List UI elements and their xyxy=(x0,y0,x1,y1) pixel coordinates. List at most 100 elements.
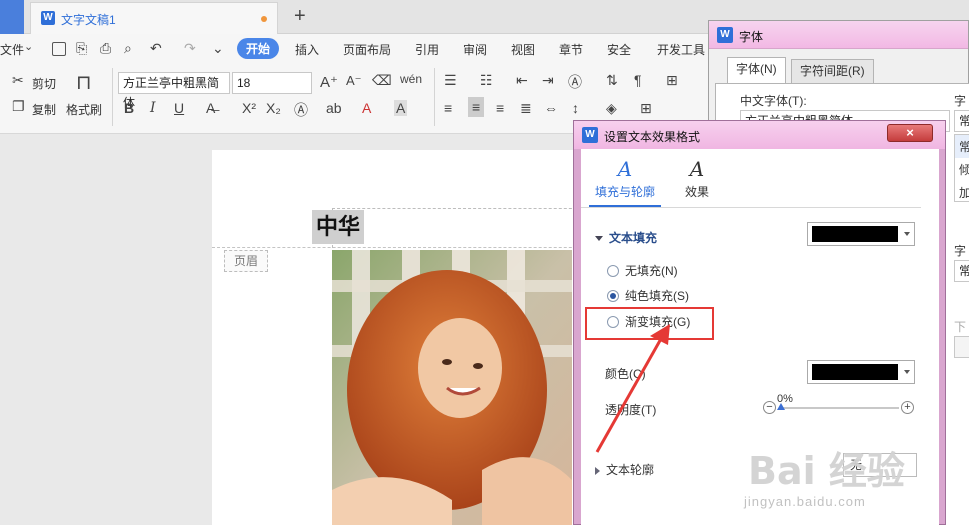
underline-select[interactable] xyxy=(954,336,969,358)
menu-references[interactable]: 引用 xyxy=(415,41,439,58)
color-picker[interactable] xyxy=(807,360,915,384)
text-effect-icon[interactable]: Ⓐ xyxy=(294,100,308,120)
align-right-icon[interactable]: ≡ xyxy=(496,100,504,116)
menu-view[interactable]: 视图 xyxy=(511,41,535,58)
menu-section[interactable]: 章节 xyxy=(559,41,583,58)
header-region[interactable] xyxy=(332,208,592,248)
font-name-select[interactable]: 方正兰亭中粗黑简体 xyxy=(118,72,230,110)
bold-button[interactable]: B xyxy=(124,100,134,116)
menu-security[interactable]: 安全 xyxy=(607,41,631,58)
save-icon[interactable] xyxy=(52,42,66,56)
numbered-list-icon[interactable]: ☷ xyxy=(480,72,493,89)
increase-button[interactable]: + xyxy=(901,401,914,414)
show-marks-icon[interactable]: ¶ xyxy=(634,72,642,88)
radio-solid-fill-label: 纯色填充(S) xyxy=(625,289,689,303)
menu-developer[interactable]: 开发工具 xyxy=(657,41,705,58)
text-outline-section-label: 文本轮廓 xyxy=(606,463,655,477)
fill-color-picker[interactable] xyxy=(807,222,915,246)
ribbon-divider xyxy=(434,68,435,126)
print-icon[interactable]: ⎙ xyxy=(100,40,111,57)
decrease-indent-icon[interactable]: ⇤ xyxy=(516,72,528,89)
pinyin-icon[interactable]: wén xyxy=(400,72,422,86)
size-input[interactable]: 常规 xyxy=(954,260,969,282)
align-left-icon[interactable]: ≡ xyxy=(444,100,452,116)
export-icon[interactable]: ⎘ xyxy=(76,40,87,57)
text-fill-section[interactable]: 文本填充 xyxy=(595,229,657,246)
menu-home[interactable]: 开始 xyxy=(237,38,280,59)
shrink-font-icon[interactable]: A⁻ xyxy=(346,73,362,89)
menu-page-layout[interactable]: 页面布局 xyxy=(343,41,391,58)
sort-icon[interactable]: ⇅ xyxy=(606,72,618,89)
chevron-down-icon[interactable]: ⌄ xyxy=(24,40,33,53)
justify-icon[interactable]: ≣ xyxy=(520,100,532,117)
grow-font-icon[interactable]: A⁺ xyxy=(320,73,338,91)
menu-file[interactable]: 文件 xyxy=(0,41,24,58)
font-dialog-title: 字体 xyxy=(739,30,764,44)
superscript-icon[interactable]: X² xyxy=(242,100,256,116)
chevron-down-icon xyxy=(904,370,910,374)
text-effect-title: 设置文本效果格式 xyxy=(604,130,701,144)
format-painter-button[interactable]: 格式刷 xyxy=(66,101,102,118)
home-tab[interactable] xyxy=(0,0,24,34)
baidu-watermark: Bai 经验 jingyan.baidu.com xyxy=(740,420,969,525)
italic-button[interactable]: I xyxy=(150,100,156,116)
font-dialog-titlebar[interactable]: W 字体 xyxy=(709,21,968,49)
document-tab-name: 文字文稿1 xyxy=(61,13,116,27)
subscript-icon[interactable]: X₂ xyxy=(266,100,281,116)
preview-icon[interactable]: ⌕ xyxy=(124,40,132,57)
font-size-select[interactable]: 18 xyxy=(232,72,312,94)
border-icon[interactable]: ⊞ xyxy=(640,100,652,117)
transparency-slider[interactable] xyxy=(779,407,899,409)
text-fill-section-label: 文本填充 xyxy=(609,231,658,245)
style-input[interactable]: 常规 xyxy=(954,110,969,132)
fill-color-swatch xyxy=(812,226,898,242)
list-item[interactable]: 加粗 xyxy=(955,181,969,204)
tab-char-spacing[interactable]: 字符间距(R) xyxy=(791,59,874,83)
tab-effects[interactable]: A 效果 xyxy=(661,155,733,207)
menu-review[interactable]: 审阅 xyxy=(463,41,487,58)
header-tag[interactable]: 页眉 xyxy=(224,250,268,272)
redo-icon[interactable]: ↷ xyxy=(184,40,196,57)
tab-font[interactable]: 字体(N) xyxy=(727,57,786,84)
line-spacing-icon[interactable]: ↕ xyxy=(572,100,579,116)
char-shading-icon[interactable]: A xyxy=(394,100,408,116)
watermark-brand: Bai 经验 xyxy=(748,449,905,493)
radio-solid-fill[interactable]: 纯色填充(S) xyxy=(607,287,689,304)
text-effect-titlebar[interactable]: W 设置文本效果格式 × xyxy=(574,121,945,149)
chinese-layout-icon[interactable]: Ⓐ xyxy=(568,72,582,92)
new-tab-button[interactable]: + xyxy=(294,5,306,27)
copy-icon: ❐ xyxy=(12,98,25,114)
distribute-icon[interactable]: ⇔ xyxy=(544,100,558,116)
style-list[interactable]: 常规 倾斜 加粗 xyxy=(954,134,969,202)
increase-indent-icon[interactable]: ⇥ xyxy=(542,72,554,89)
underline-button[interactable]: U xyxy=(174,100,184,116)
more-icon[interactable]: ⌄ xyxy=(212,40,224,57)
list-item[interactable]: 倾斜 xyxy=(955,158,969,181)
radio-no-fill[interactable]: 无填充(N) xyxy=(607,262,678,279)
bullet-list-icon[interactable]: ☰ xyxy=(444,72,457,89)
copy-button[interactable]: 复制 xyxy=(32,101,56,118)
text-outline-section[interactable]: 文本轮廓 xyxy=(595,461,654,478)
strikethrough-icon[interactable]: A̶ xyxy=(206,100,215,116)
caret-down-icon xyxy=(595,236,603,242)
list-item[interactable]: 常规 xyxy=(955,135,969,158)
inserted-photo[interactable] xyxy=(332,250,572,525)
shading-icon[interactable]: ◈ xyxy=(606,100,617,117)
document-page[interactable]: 页眉 xyxy=(212,150,612,525)
align-center-icon[interactable]: ≡ xyxy=(468,97,485,117)
decrease-button[interactable]: − xyxy=(763,401,776,414)
cut-button[interactable]: 剪切 xyxy=(32,75,56,92)
document-title-text[interactable]: 中华 xyxy=(312,210,365,244)
clear-format-icon[interactable]: ⌫ xyxy=(372,72,392,89)
unsaved-dot-icon xyxy=(261,16,267,22)
font-color-icon[interactable]: A xyxy=(362,100,371,116)
highlight-icon[interactable]: ab xyxy=(326,100,342,116)
slider-handle[interactable] xyxy=(777,403,785,410)
menu-insert[interactable]: 插入 xyxy=(295,41,319,58)
tab-fill-outline[interactable]: A 填充与轮廓 xyxy=(589,155,661,207)
table-tool-icon[interactable]: ⊞ xyxy=(666,72,678,89)
radio-circle xyxy=(607,265,619,277)
close-button[interactable]: × xyxy=(887,124,933,142)
document-tab[interactable]: W 文字文稿1 xyxy=(30,2,278,34)
undo-icon[interactable]: ↶ xyxy=(150,40,162,57)
